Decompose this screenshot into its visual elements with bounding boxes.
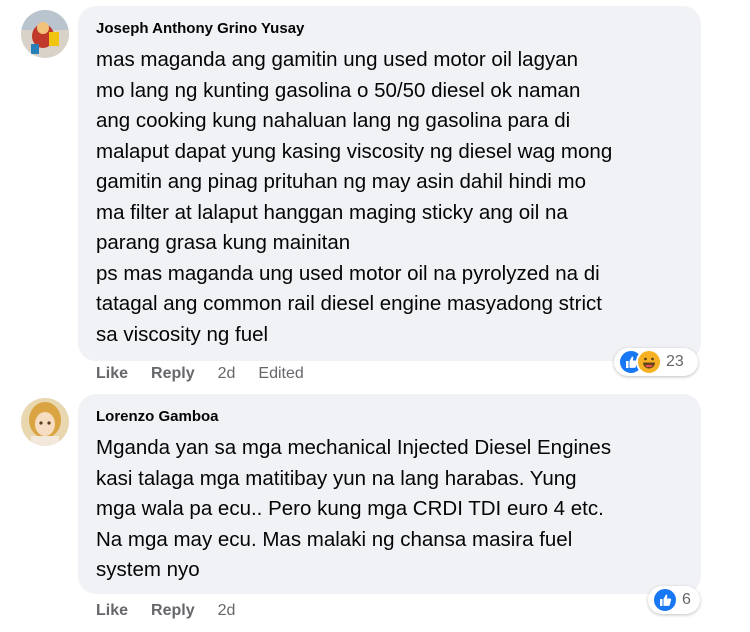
comment-line: mo lang ng kunting gasolina o 50/50 dies… <box>96 78 581 102</box>
comment-timestamp[interactable]: 2d <box>218 365 236 383</box>
comment-line: Mganda yan sa mga mechanical Injected Di… <box>96 436 612 459</box>
comment-text: mas maganda ang gamitin ung used motor o… <box>96 45 683 350</box>
comment-actions: Like Reply 2d Edited <box>96 365 327 383</box>
comment-text: Mganda yan sa mga mechanical Injected Di… <box>96 433 683 586</box>
avatar-image <box>21 398 69 446</box>
comment-bubble: Lorenzo Gamboa Mganda yan sa mga mechani… <box>78 394 701 594</box>
comment-line: parang grasa kung mainitan <box>96 231 351 254</box>
avatar-image <box>21 10 69 58</box>
comment-actions: Like Reply 2d <box>96 602 258 620</box>
comment-line: kasi talaga mga matitibay yun na lang ha… <box>96 466 577 490</box>
comment-bubble: Joseph Anthony Grino Yusay mas maganda a… <box>78 6 701 361</box>
comment-line: Na mga may ecu. Mas malaki ng chansa mas… <box>96 527 573 551</box>
comment-line: tatagal ang common rail diesel engine ma… <box>96 292 602 315</box>
comment-line: mga wala pa ecu.. Pero kung mga CRDI TDI… <box>96 497 604 520</box>
reply-button[interactable]: Reply <box>151 602 195 620</box>
comment-line: sa viscosity ng fuel <box>96 322 269 346</box>
comment-line: malaput dapat yung kasing viscosity ng d… <box>96 139 613 163</box>
comment-author[interactable]: Joseph Anthony Grino Yusay <box>96 20 683 38</box>
haha-icon <box>636 349 662 375</box>
comment-timestamp[interactable]: 2d <box>218 602 236 620</box>
like-button[interactable]: Like <box>96 365 128 383</box>
comment-line: ma filter at lalaput hanggan maging stic… <box>96 200 568 224</box>
comment-author[interactable]: Lorenzo Gamboa <box>96 408 683 426</box>
reaction-count: 6 <box>682 591 691 608</box>
comment-line: system nyo <box>96 558 200 581</box>
comment-line: ang cooking kung nahaluan lang ng gasoli… <box>96 109 571 132</box>
edited-label[interactable]: Edited <box>258 365 303 383</box>
like-icon <box>652 587 678 613</box>
avatar[interactable] <box>21 398 69 446</box>
avatar[interactable] <box>21 10 69 58</box>
comment-line: ps mas maganda ung used motor oil na pyr… <box>96 261 600 285</box>
reaction-count: 23 <box>666 353 684 370</box>
comment-line: gamitin ang pinag prituhan ng may asin d… <box>96 170 587 193</box>
like-button[interactable]: Like <box>96 602 128 620</box>
reaction-summary[interactable]: 23 <box>614 348 698 376</box>
reply-button[interactable]: Reply <box>151 365 195 383</box>
comment-line: mas maganda ang gamitin ung used motor o… <box>96 48 579 71</box>
reaction-summary[interactable]: 6 <box>648 586 700 614</box>
